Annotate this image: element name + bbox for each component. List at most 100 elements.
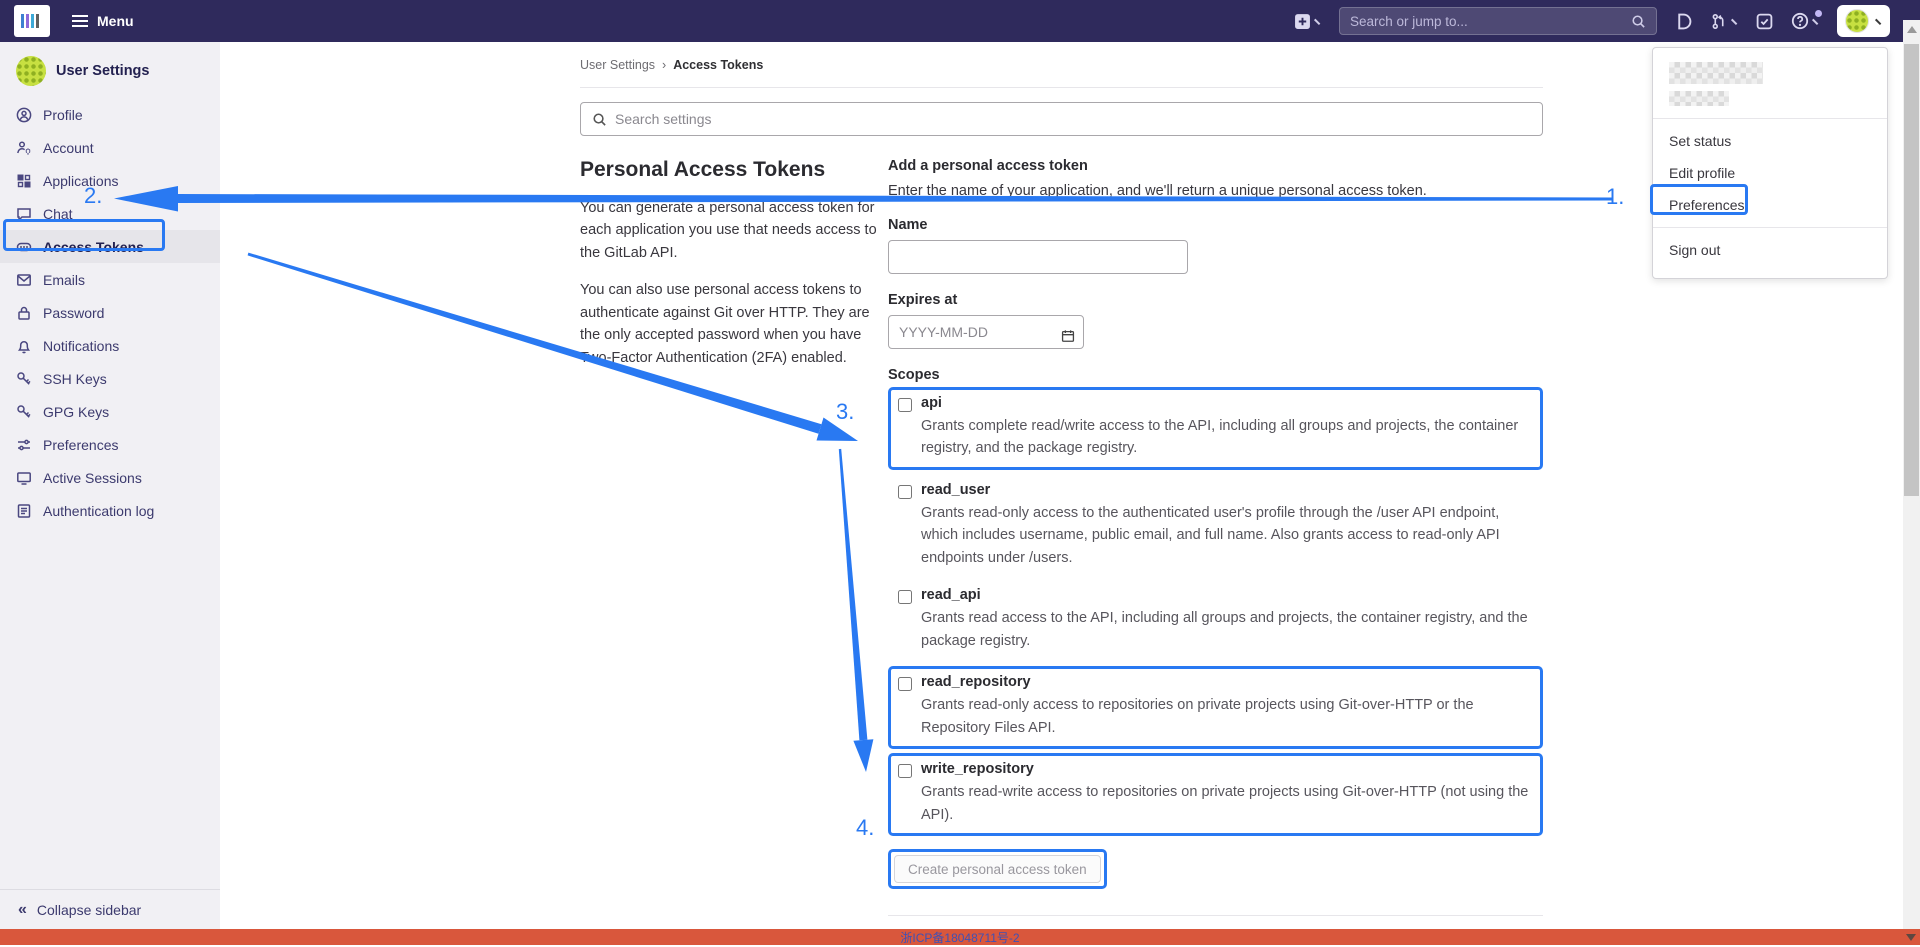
form-subheading: Enter the name of your application, and … [888, 183, 1543, 199]
menu-item-preferences[interactable]: Preferences [1653, 189, 1887, 221]
user-menu-header [1653, 48, 1887, 119]
sidebar-item-label: SSH Keys [43, 371, 107, 387]
issues-icon [1675, 13, 1692, 30]
scope-write-repository: write_repository Grants read-write acces… [888, 753, 1543, 836]
key-icon [16, 404, 32, 420]
settings-sidebar: User Settings Profile Account Applicatio… [0, 42, 220, 929]
sidebar-item-label: Authentication log [43, 503, 154, 519]
description-paragraph-1: You can generate a personal access token… [580, 197, 880, 264]
help-button[interactable] [1791, 12, 1819, 30]
lock-icon [16, 305, 32, 321]
name-label: Name [888, 217, 1543, 233]
chat-icon [16, 206, 32, 222]
scrollbar-up-arrow[interactable] [1907, 26, 1917, 33]
scrollbar-down-arrow[interactable] [1906, 934, 1916, 941]
sidebar-item-password[interactable]: Password [0, 296, 220, 329]
sidebar-item-label: Chat [43, 206, 73, 222]
scope-read-repository: read_repository Grants read-only access … [888, 666, 1543, 749]
redacted-user-name [1669, 62, 1763, 84]
divider [888, 915, 1543, 916]
sidebar-item-label: Access Tokens [43, 239, 144, 255]
scope-api: api Grants complete read/write access to… [888, 387, 1543, 470]
sliders-icon [16, 437, 32, 453]
breadcrumb-access-tokens[interactable]: Access Tokens [673, 58, 763, 72]
menu-item-edit-profile[interactable]: Edit profile [1653, 157, 1887, 189]
scope-description: Grants read-only access to the authentic… [921, 502, 1533, 569]
profile-icon [16, 107, 32, 123]
merge-request-icon [1710, 13, 1728, 30]
help-icon [1791, 12, 1809, 30]
workspace-logo[interactable] [14, 5, 50, 37]
create-token-button[interactable]: Create personal access token [894, 855, 1101, 883]
scope-read-user-checkbox[interactable] [898, 485, 912, 499]
monitor-icon [16, 470, 32, 486]
global-search[interactable] [1339, 7, 1657, 35]
chevron-down-icon [1875, 15, 1885, 25]
sidebar-item-label: Active Sessions [43, 470, 142, 486]
breadcrumb-separator: › [662, 58, 666, 72]
settings-search[interactable] [580, 102, 1543, 136]
user-avatar [16, 56, 46, 86]
sidebar-item-profile[interactable]: Profile [0, 98, 220, 131]
scope-read-api-checkbox[interactable] [898, 590, 912, 604]
sidebar-item-account[interactable]: Account [0, 131, 220, 164]
user-avatar-button[interactable] [1837, 5, 1890, 37]
scope-description: Grants complete read/write access to the… [921, 415, 1533, 460]
hamburger-icon [72, 15, 88, 27]
chevron-down-icon [1731, 15, 1741, 25]
calendar-icon[interactable] [1061, 329, 1075, 343]
scrollbar[interactable] [1903, 20, 1920, 929]
sidebar-title: User Settings [56, 63, 149, 79]
sidebar-item-authentication-log[interactable]: Authentication log [0, 494, 220, 527]
scrollbar-thumb[interactable] [1904, 44, 1919, 496]
menu-label: Menu [97, 13, 134, 29]
sidebar-item-emails[interactable]: Emails [0, 263, 220, 296]
todos-button[interactable] [1756, 13, 1773, 30]
collapse-sidebar-button[interactable]: « Collapse sidebar [0, 889, 220, 929]
scope-description: Grants read-write access to repositories… [921, 781, 1533, 826]
double-chevron-left-icon: « [18, 901, 25, 919]
sidebar-item-preferences[interactable]: Preferences [0, 428, 220, 461]
merge-requests-button[interactable] [1710, 13, 1738, 30]
logo-glyph [21, 14, 43, 28]
sidebar-item-access-tokens[interactable]: Access Tokens [0, 230, 220, 263]
menu-button[interactable]: Menu [72, 13, 134, 29]
sidebar-item-chat[interactable]: Chat [0, 197, 220, 230]
scope-description: Grants read-only access to repositories … [921, 694, 1533, 739]
menu-item-set-status[interactable]: Set status [1653, 125, 1887, 157]
new-menu-button[interactable] [1294, 13, 1321, 30]
sidebar-item-ssh-keys[interactable]: SSH Keys [0, 362, 220, 395]
sidebar-item-label: Account [43, 140, 94, 156]
sidebar-item-applications[interactable]: Applications [0, 164, 220, 197]
log-icon [16, 503, 32, 519]
token-form: Add a personal access token Enter the na… [888, 158, 1543, 929]
expires-at-input[interactable] [888, 315, 1084, 349]
global-search-input[interactable] [1350, 14, 1631, 29]
bell-icon [16, 338, 32, 354]
scope-api-checkbox[interactable] [898, 398, 912, 412]
scope-write-repository-checkbox[interactable] [898, 764, 912, 778]
menu-item-sign-out[interactable]: Sign out [1653, 234, 1887, 266]
account-icon [16, 140, 32, 156]
sidebar-item-gpg-keys[interactable]: GPG Keys [0, 395, 220, 428]
top-navbar: Menu [0, 0, 1920, 42]
search-icon [1631, 14, 1646, 29]
sidebar-item-label: Preferences [43, 437, 118, 453]
sidebar-item-active-sessions[interactable]: Active Sessions [0, 461, 220, 494]
chevron-down-icon [1314, 15, 1324, 25]
annotation-box-create-button: Create personal access token [888, 849, 1107, 889]
icp-license-link[interactable]: 浙ICP备18048711号-2 [900, 931, 1019, 945]
token-name-input[interactable] [888, 240, 1188, 274]
sidebar-item-label: Emails [43, 272, 85, 288]
breadcrumb-user-settings[interactable]: User Settings [580, 58, 655, 72]
form-heading: Add a personal access token [888, 158, 1543, 174]
sidebar-item-label: Notifications [43, 338, 119, 354]
scope-name: api [921, 395, 942, 411]
settings-search-input[interactable] [615, 111, 1531, 127]
applications-icon [16, 173, 32, 189]
issues-button[interactable] [1675, 13, 1692, 30]
sidebar-item-notifications[interactable]: Notifications [0, 329, 220, 362]
description-paragraph-2: You can also use personal access tokens … [580, 279, 880, 369]
scope-read-repository-checkbox[interactable] [898, 677, 912, 691]
sidebar-item-label: GPG Keys [43, 404, 109, 420]
